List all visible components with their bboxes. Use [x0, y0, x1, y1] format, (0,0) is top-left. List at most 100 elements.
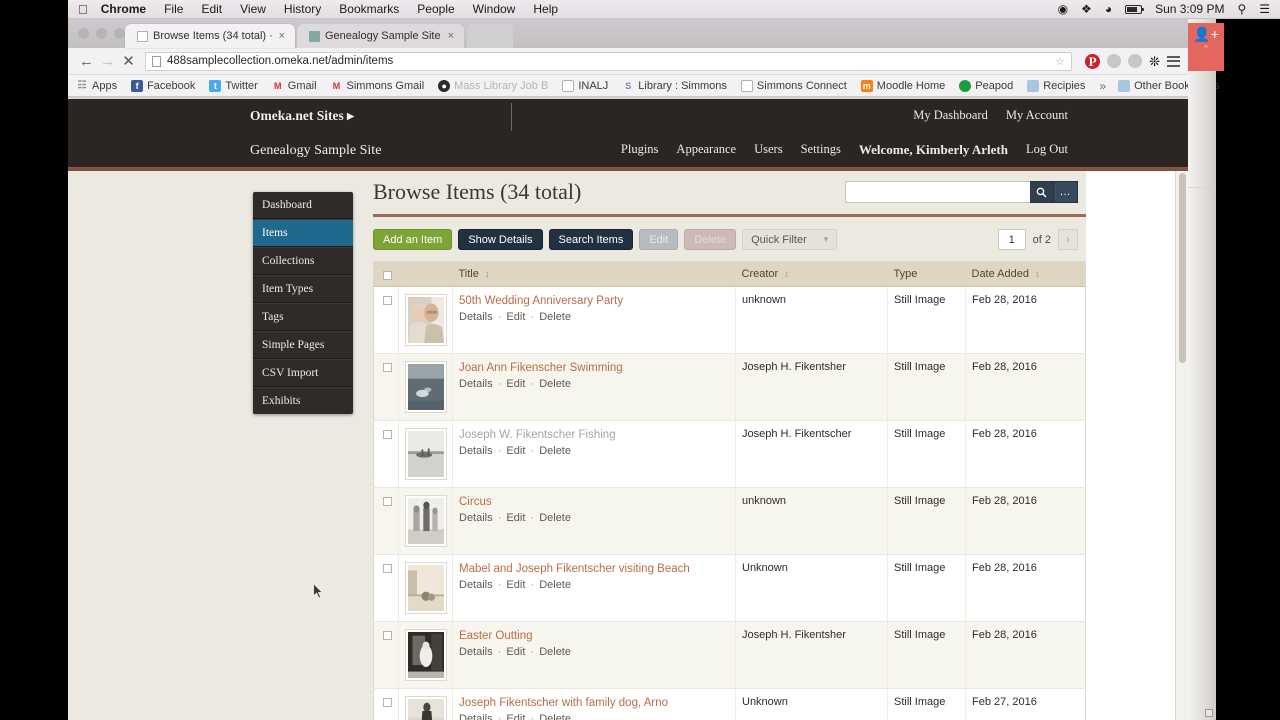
- item-title-link[interactable]: Joseph W. Fikentscher Fishing: [459, 428, 729, 442]
- scrollbar-thumb[interactable]: [1179, 173, 1186, 363]
- row-checkbox[interactable]: [383, 698, 392, 707]
- chevron-up-icon[interactable]: ⌃: [1201, 45, 1210, 56]
- item-thumbnail[interactable]: [405, 495, 447, 547]
- row-checkbox[interactable]: [383, 430, 392, 439]
- sidebar-item-tags[interactable]: Tags: [253, 303, 353, 331]
- pinterest-save-widget[interactable]: 👤+ ⌃: [1188, 23, 1224, 71]
- delete-link[interactable]: Delete: [539, 378, 571, 390]
- details-link[interactable]: Details: [459, 378, 493, 390]
- tab-genealogy-sample-site[interactable]: Genealogy Sample Site ×: [297, 24, 465, 48]
- row-select-cell[interactable]: [373, 487, 399, 555]
- bookmark-twitter[interactable]: t Twitter: [209, 79, 258, 92]
- sidebar-item-simple-pages[interactable]: Simple Pages: [253, 331, 353, 359]
- bookmark-mass-library-job[interactable]: ● Mass Library Job B: [438, 79, 548, 92]
- edit-link[interactable]: Edit: [506, 512, 525, 524]
- next-page-button[interactable]: ›: [1058, 229, 1078, 250]
- dropbox-icon[interactable]: ❖: [1081, 3, 1092, 15]
- row-select-cell[interactable]: [373, 688, 399, 720]
- item-title-link[interactable]: Circus: [459, 495, 729, 509]
- bookmark-facebook[interactable]: f Facebook: [131, 79, 195, 92]
- row-checkbox[interactable]: [383, 564, 392, 573]
- details-link[interactable]: Details: [459, 579, 493, 591]
- delete-link[interactable]: Delete: [539, 713, 571, 720]
- delete-link[interactable]: Delete: [539, 579, 571, 591]
- sidebar-item-collections[interactable]: Collections: [253, 247, 353, 275]
- bookmark-recipies[interactable]: Recipies: [1027, 79, 1085, 92]
- item-thumbnail[interactable]: [405, 361, 447, 413]
- close-window-button[interactable]: [78, 28, 89, 39]
- maximize-window-button[interactable]: [114, 28, 125, 39]
- column-header-title[interactable]: Title ↕: [452, 261, 736, 287]
- address-bar[interactable]: 488samplecollection.omeka.net/admin/item…: [145, 51, 1073, 71]
- details-link[interactable]: Details: [459, 445, 493, 457]
- minimize-window-button[interactable]: [96, 28, 107, 39]
- edit-link[interactable]: Edit: [506, 646, 525, 658]
- row-checkbox[interactable]: [383, 363, 392, 372]
- item-thumbnail[interactable]: [405, 696, 447, 720]
- table-row[interactable]: 50th Wedding Anniversary Party Details ·…: [373, 286, 1086, 354]
- apple-logo-icon[interactable]: : [78, 3, 88, 16]
- link-my-dashboard[interactable]: My Dashboard: [913, 108, 988, 123]
- quick-filter-dropdown[interactable]: Quick Filter ▾: [742, 229, 838, 250]
- menu-edit[interactable]: Edit: [201, 2, 222, 16]
- column-header-creator[interactable]: Creator ↕: [735, 261, 888, 287]
- bookmark-gmail[interactable]: M Gmail: [272, 80, 316, 92]
- add-an-item-button[interactable]: Add an Item: [373, 229, 453, 250]
- evernote-icon[interactable]: [1107, 54, 1122, 68]
- window-controls[interactable]: [68, 28, 125, 48]
- sidebar-item-dashboard[interactable]: Dashboard: [253, 192, 353, 219]
- row-select-cell[interactable]: [373, 621, 399, 689]
- bookmark-moodle-home[interactable]: m Moodle Home: [860, 79, 945, 92]
- chrome-menu-icon[interactable]: [1167, 55, 1180, 67]
- select-all-checkbox[interactable]: [383, 270, 392, 280]
- item-title-link[interactable]: Easter Outting: [459, 629, 729, 643]
- row-checkbox[interactable]: [383, 296, 392, 305]
- spotlight-search-icon[interactable]: ⚲: [1237, 3, 1246, 15]
- row-checkbox[interactable]: [383, 631, 392, 640]
- sidebar-item-csv-import[interactable]: CSV Import: [253, 359, 353, 387]
- page-number-input[interactable]: 1: [997, 229, 1026, 250]
- person-add-icon[interactable]: 👤+: [1193, 27, 1219, 41]
- column-header-type[interactable]: Type: [887, 261, 966, 287]
- battery-icon[interactable]: [1125, 4, 1145, 14]
- bookmarks-overflow-button[interactable]: »: [1099, 79, 1106, 93]
- back-button[interactable]: ←: [76, 53, 97, 70]
- bookmark-apps[interactable]: ☷ Apps: [76, 80, 118, 92]
- record-icon[interactable]: ◉: [1058, 3, 1068, 15]
- details-link[interactable]: Details: [459, 512, 493, 524]
- wifi-icon[interactable]: ◕: [1105, 3, 1112, 15]
- notification-center-icon[interactable]: ☰: [1259, 3, 1270, 15]
- bookmark-star-icon[interactable]: ☆: [1055, 55, 1065, 68]
- vertical-scrollbar[interactable]: [1175, 171, 1188, 720]
- search-input[interactable]: [845, 181, 1030, 203]
- edit-link[interactable]: Edit: [506, 378, 525, 390]
- search-button[interactable]: [1030, 181, 1054, 203]
- sidebar-item-exhibits[interactable]: Exhibits: [253, 387, 353, 414]
- sidebar-item-item-types[interactable]: Item Types: [253, 275, 353, 303]
- item-title-link[interactable]: 50th Wedding Anniversary Party: [459, 294, 729, 308]
- menubar-clock[interactable]: Sun 3:09 PM: [1155, 3, 1224, 15]
- menu-people[interactable]: People: [417, 2, 454, 16]
- site-name[interactable]: Genealogy Sample Site: [250, 143, 381, 158]
- menu-chrome[interactable]: Chrome: [101, 2, 146, 16]
- sort-icon[interactable]: ↕: [1035, 269, 1040, 279]
- table-row[interactable]: Easter Outting Details · Edit · Delete J…: [373, 621, 1086, 689]
- resize-handle[interactable]: [1205, 709, 1213, 717]
- edit-link[interactable]: Edit: [506, 445, 525, 457]
- page-info-icon[interactable]: [152, 55, 161, 67]
- item-title-link[interactable]: Mabel and Joseph Fikentscher visiting Be…: [459, 562, 729, 576]
- bookmark-simmons-connect[interactable]: Simmons Connect: [740, 79, 847, 92]
- omeka-sites-menu[interactable]: Omeka.net Sites ▸: [250, 108, 354, 123]
- delete-link[interactable]: Delete: [539, 512, 571, 524]
- link-my-account[interactable]: My Account: [1006, 108, 1068, 123]
- delete-link[interactable]: Delete: [539, 646, 571, 658]
- row-select-cell[interactable]: [373, 420, 399, 488]
- column-header-date-added[interactable]: Date Added ↕: [965, 261, 1086, 287]
- bookmark-simmons-gmail[interactable]: M Simmons Gmail: [331, 80, 424, 92]
- item-title-link[interactable]: Joseph Fikentscher with family dog, Arno: [459, 696, 729, 710]
- advanced-search-button[interactable]: …: [1054, 181, 1078, 203]
- forward-button[interactable]: →: [97, 53, 118, 70]
- bookmark-library-simmons[interactable]: S Library : Simmons: [622, 80, 727, 92]
- bookmark-inalj[interactable]: INALJ: [562, 79, 608, 92]
- table-row[interactable]: Circus Details · Edit · Delete unknown S…: [373, 487, 1086, 555]
